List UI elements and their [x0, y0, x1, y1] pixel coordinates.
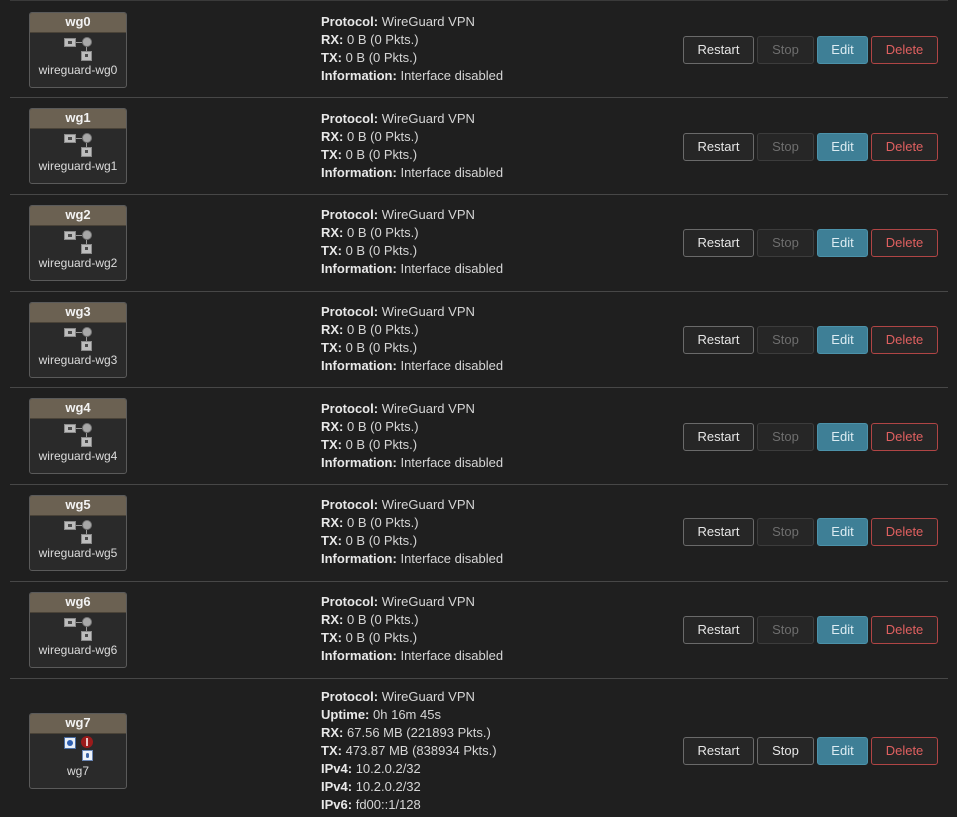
edit-button[interactable]: Edit [817, 229, 868, 257]
interface-row-wg1: wg1 wireguard-wg1 Protocol: WireGuard VP… [10, 98, 948, 195]
interface-name: wg4 [30, 399, 126, 419]
stop-button[interactable]: Stop [757, 36, 814, 64]
restart-button[interactable]: Restart [683, 737, 754, 765]
interface-name: wg7 [30, 714, 126, 734]
edit-button[interactable]: Edit [817, 616, 868, 644]
restart-button[interactable]: Restart [683, 229, 754, 257]
interface-info: Protocol: WireGuard VPN RX: 0 B (0 Pkts.… [321, 401, 504, 470]
interface-badge-wg4[interactable]: wg4 wireguard-wg4 [29, 398, 127, 474]
interface-row-wg0: wg0 wireguard-wg0 Protocol: WireGuard VP… [10, 0, 948, 98]
interface-name: wg5 [30, 496, 126, 516]
interface-info: Protocol: WireGuard VPN RX: 0 B (0 Pkts.… [321, 207, 504, 276]
restart-button[interactable]: Restart [683, 36, 754, 64]
interface-actions: Restart Stop Edit Delete [683, 616, 938, 644]
edit-button[interactable]: Edit [817, 737, 868, 765]
interface-actions: Restart Stop Edit Delete [683, 229, 938, 257]
restart-button[interactable]: Restart [683, 326, 754, 354]
stop-button[interactable]: Stop [757, 133, 814, 161]
delete-button[interactable]: Delete [871, 518, 938, 546]
interface-actions: Restart Stop Edit Delete [683, 326, 938, 354]
stop-button[interactable]: Stop [757, 423, 814, 451]
restart-button[interactable]: Restart [683, 518, 754, 546]
interface-device: wireguard-wg6 [38, 643, 118, 657]
interface-badge-wg5[interactable]: wg5 wireguard-wg5 [29, 495, 127, 571]
stop-button[interactable]: Stop [757, 326, 814, 354]
delete-button[interactable]: Delete [871, 229, 938, 257]
interface-device: wireguard-wg0 [38, 63, 118, 77]
stop-button[interactable]: Stop [757, 229, 814, 257]
restart-button[interactable]: Restart [683, 616, 754, 644]
interface-info: Protocol: WireGuard VPN RX: 0 B (0 Pkts.… [321, 14, 504, 83]
delete-button[interactable]: Delete [871, 36, 938, 64]
interface-name: wg3 [30, 303, 126, 323]
interface-actions: Restart Stop Edit Delete [683, 423, 938, 451]
interface-badge-wg0[interactable]: wg0 wireguard-wg0 [29, 12, 127, 88]
interface-device: wireguard-wg2 [38, 256, 118, 270]
edit-button[interactable]: Edit [817, 36, 868, 64]
network-device-icon [30, 516, 126, 546]
delete-button[interactable]: Delete [871, 423, 938, 451]
edit-button[interactable]: Edit [817, 326, 868, 354]
restart-button[interactable]: Restart [683, 423, 754, 451]
network-device-icon [30, 323, 126, 353]
stop-button[interactable]: Stop [757, 518, 814, 546]
interface-info: Protocol: WireGuard VPN RX: 0 B (0 Pkts.… [321, 111, 504, 180]
interface-device: wireguard-wg3 [38, 353, 118, 367]
interface-actions: Restart Stop Edit Delete [683, 133, 938, 161]
interface-row-wg3: wg3 wireguard-wg3 Protocol: WireGuard VP… [10, 292, 948, 388]
network-device-icon [30, 734, 126, 764]
network-device-icon [30, 613, 126, 643]
interface-name: wg0 [30, 13, 126, 33]
interface-row-wg2: wg2 wireguard-wg2 Protocol: WireGuard VP… [10, 195, 948, 292]
interface-badge-wg2[interactable]: wg2 wireguard-wg2 [29, 205, 127, 281]
stop-button[interactable]: Stop [757, 616, 814, 644]
edit-button[interactable]: Edit [817, 423, 868, 451]
interface-device: wireguard-wg1 [38, 159, 118, 173]
delete-button[interactable]: Delete [871, 326, 938, 354]
interface-name: wg6 [30, 593, 126, 613]
interface-badge-wg6[interactable]: wg6 wireguard-wg6 [29, 592, 127, 668]
delete-button[interactable]: Delete [871, 737, 938, 765]
interface-device: wg7 [66, 764, 89, 778]
stop-button[interactable]: Stop [757, 737, 814, 765]
interface-device: wireguard-wg5 [38, 546, 118, 560]
interfaces-table: wg0 wireguard-wg0 Protocol: WireGuard VP… [0, 0, 957, 817]
interface-device: wireguard-wg4 [38, 449, 118, 463]
interface-badge-wg3[interactable]: wg3 wireguard-wg3 [29, 302, 127, 378]
interface-row-wg4: wg4 wireguard-wg4 Protocol: WireGuard VP… [10, 388, 948, 485]
interface-name: wg2 [30, 206, 126, 226]
interface-info: Protocol: WireGuard VPN Uptime: 0h 16m 4… [321, 689, 497, 812]
interface-info: Protocol: WireGuard VPN RX: 0 B (0 Pkts.… [321, 304, 504, 373]
restart-button[interactable]: Restart [683, 133, 754, 161]
interface-info: Protocol: WireGuard VPN RX: 0 B (0 Pkts.… [321, 497, 504, 566]
delete-button[interactable]: Delete [871, 133, 938, 161]
interface-actions: Restart Stop Edit Delete [683, 518, 938, 546]
interface-actions: Restart Stop Edit Delete [683, 737, 938, 765]
interface-row-wg5: wg5 wireguard-wg5 Protocol: WireGuard VP… [10, 485, 948, 582]
interface-name: wg1 [30, 109, 126, 129]
network-device-icon [30, 419, 126, 449]
network-device-icon [30, 129, 126, 159]
interface-row-wg6: wg6 wireguard-wg6 Protocol: WireGuard VP… [10, 582, 948, 679]
delete-button[interactable]: Delete [871, 616, 938, 644]
interface-row-wg7: wg7 wg7 Protocol: WireGuard VPN Uptime: … [10, 679, 948, 815]
network-device-icon [30, 226, 126, 256]
edit-button[interactable]: Edit [817, 518, 868, 546]
interface-info: Protocol: WireGuard VPN RX: 0 B (0 Pkts.… [321, 594, 504, 663]
interface-badge-wg7[interactable]: wg7 wg7 [29, 713, 127, 789]
edit-button[interactable]: Edit [817, 133, 868, 161]
interface-badge-wg1[interactable]: wg1 wireguard-wg1 [29, 108, 127, 184]
interface-actions: Restart Stop Edit Delete [683, 36, 938, 64]
network-device-icon [30, 33, 126, 63]
